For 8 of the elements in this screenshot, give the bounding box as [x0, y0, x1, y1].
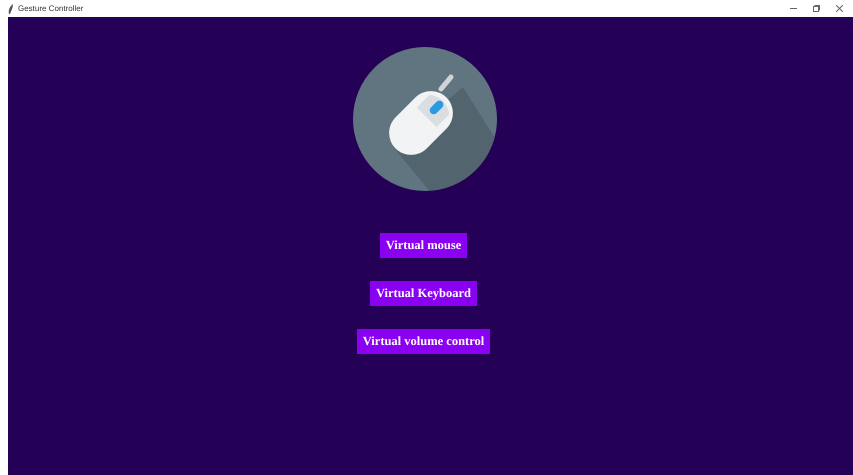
menu-button[interactable]: Virtual volume control: [356, 329, 490, 354]
close-icon[interactable]: [836, 5, 843, 12]
window-title: Gesture Controller: [18, 2, 84, 14]
restore-icon[interactable]: [813, 5, 820, 12]
menu-button[interactable]: Virtual Keyboard: [370, 281, 477, 306]
menu-button[interactable]: Virtual mouse: [380, 233, 468, 258]
mouse-logo-icon: [352, 47, 496, 191]
feather-icon: [8, 4, 14, 14]
